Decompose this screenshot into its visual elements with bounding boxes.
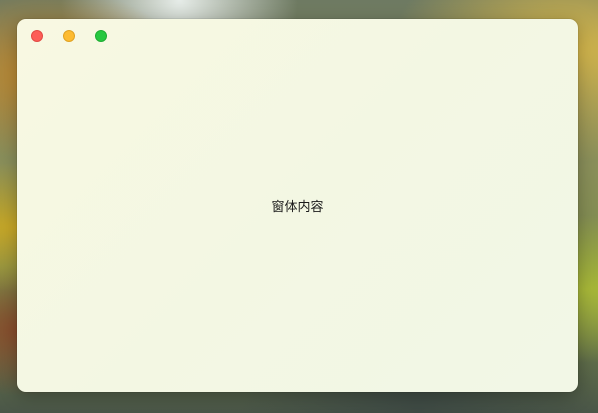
maximize-button[interactable]	[95, 30, 107, 42]
window-content-text: 窗体内容	[271, 200, 324, 215]
window-content-area: 窗体内容	[17, 19, 578, 392]
minimize-button[interactable]	[63, 30, 75, 42]
desktop-wallpaper: 窗体内容	[0, 0, 598, 413]
close-button[interactable]	[31, 30, 43, 42]
app-window: 窗体内容	[17, 19, 578, 392]
window-controls	[31, 30, 107, 43]
